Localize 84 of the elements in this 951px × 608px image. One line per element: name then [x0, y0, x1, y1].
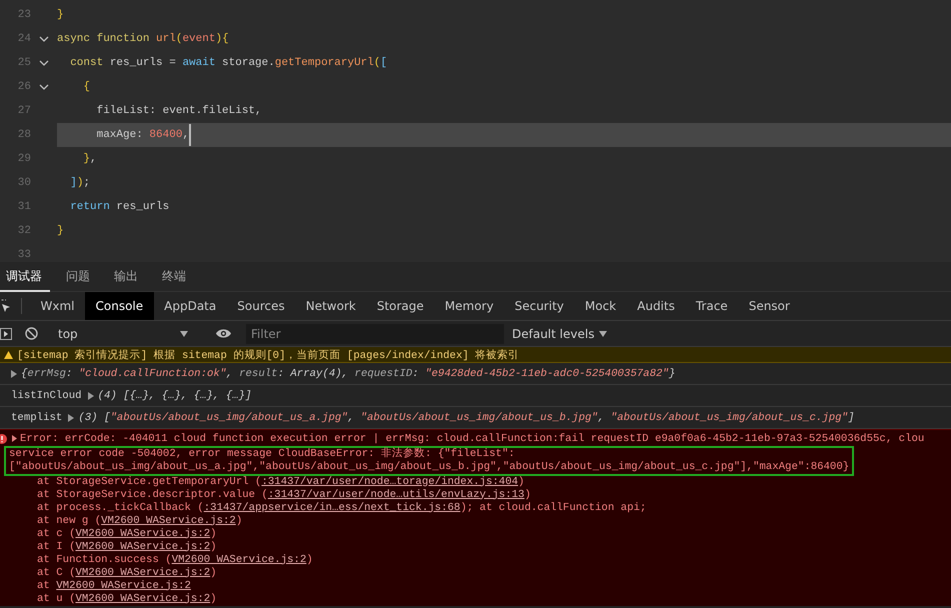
source-link[interactable]: VM2600 WAService.js:2	[75, 592, 210, 604]
eye-icon[interactable]	[215, 328, 232, 339]
dropdown-caret-icon	[599, 330, 608, 336]
context-select[interactable]: top	[58, 326, 188, 340]
error-text: ["aboutUs/about_us_img/about_us_a.jpg","aboutUs/about_us_img/about_us_b.jpg","aboutUs/about_us_img/about_us_c.jpg"],"maxAge":86400}	[9, 460, 850, 474]
stack-trace-line: at c (VM2600 WAService.js:2)	[36, 528, 218, 540]
source-link[interactable]: VM2600 WAService.js:2	[56, 580, 191, 592]
filter-field[interactable]: Filter	[246, 324, 504, 344]
code-line: fileList: event.fileList,	[96, 104, 262, 119]
expand-arrow-icon[interactable]	[12, 435, 17, 442]
devtools-tab[interactable]: Audits	[626, 292, 686, 320]
stack-trace-line: at Function.success (VM2600 WAService.js:2)	[36, 554, 314, 566]
stack-trace-line: at u (VM2600 WAService.js:2)	[36, 592, 218, 606]
fold-chevron-icon[interactable]	[39, 36, 49, 42]
warning-icon	[4, 350, 13, 358]
devtools-tab[interactable]: Sensor	[738, 292, 800, 320]
stack-trace-line: at StorageService.descriptor.value (:31437/var/user/node…utils/envLazy.js:13)	[36, 488, 532, 502]
error-icon	[0, 434, 7, 444]
line-number: 24	[16, 32, 31, 47]
log-message[interactable]: (4) [{…}, {…}, {…}, {…}]	[98, 390, 252, 402]
source-link[interactable]: VM2600 WAService.js:2	[172, 554, 306, 566]
fold-chevron-icon[interactable]	[39, 84, 49, 90]
devtools-tab[interactable]: AppData	[154, 292, 227, 320]
dropdown-caret-icon	[180, 330, 188, 336]
code-line: async function url(event){	[57, 32, 229, 47]
line-number: 30	[16, 176, 31, 191]
source-link[interactable]: :31437/var/user/node…utils/envLazy.js:13	[268, 488, 524, 500]
line-number: 27	[16, 104, 31, 119]
devtools-tab[interactable]: Trace	[685, 292, 738, 320]
stack-trace-line: at C (VM2600 WAService.js:2)	[36, 566, 218, 580]
code-line: },	[82, 152, 97, 167]
expand-arrow-icon[interactable]	[68, 414, 74, 422]
devtools-tab[interactable]: Console	[85, 292, 154, 320]
stack-trace-line: at StorageService.getTemporaryUrl (:31437/var/user/node…torage/index.js:404)	[36, 476, 526, 488]
source-link[interactable]: VM2600 WAService.js:2	[75, 528, 210, 540]
fold-chevron-icon[interactable]	[39, 60, 49, 66]
stack-trace-line: at VM2600 WAService.js:2	[36, 580, 192, 592]
code-line: const res_urls = await storage.getTemporaryUrl([	[69, 56, 388, 71]
devtools-tab[interactable]: Network	[295, 292, 366, 320]
log-label: templist	[11, 412, 62, 424]
line-number: 25	[16, 56, 31, 71]
log-message[interactable]: (3) ["aboutUs/about_us_img/about_us_a.jpg", "aboutUs/about_us_img/about_us_b.jpg", "aboutUs/about_us_img/about_us_c.jpg"]	[78, 412, 854, 424]
source-link[interactable]: :31437/var/user/node…torage/index.js:404	[261, 476, 518, 488]
expand-arrow-icon[interactable]	[11, 370, 17, 378]
log-levels-dropdown[interactable]: Default levels	[512, 326, 608, 340]
stack-trace-line: at I (VM2600 WAService.js:2)	[36, 540, 218, 554]
error-text: service error code -504002, error message CloudBaseError: 非法参数: {"fileList":	[9, 448, 515, 460]
source-link[interactable]: VM2600 WAService.js:2	[101, 514, 236, 526]
warning-message: [sitemap 索引情况提示] 根据 sitemap 的规则[0]，当前页面 [pages/index/index] 将被索引	[17, 348, 520, 362]
code-line: return res_urls	[69, 200, 170, 215]
devtools-tab[interactable]: Mock	[574, 292, 627, 320]
devtools-tab[interactable]: Sources	[226, 292, 296, 320]
line-number: 33	[16, 248, 31, 262]
panel-tab[interactable]: 终端	[154, 262, 194, 292]
devtools-tab[interactable]: Security	[504, 292, 574, 320]
source-link[interactable]: VM2600 WAService.js:2	[75, 540, 210, 552]
text-cursor	[189, 124, 191, 146]
line-number: 29	[16, 152, 31, 167]
devtools-tab[interactable]: Storage	[366, 292, 434, 320]
devtools-tab[interactable]: Wxml	[30, 292, 85, 320]
code-line: }	[57, 224, 64, 239]
line-number: 23	[16, 8, 31, 23]
line-number: 31	[16, 200, 31, 215]
code-line: {	[82, 80, 90, 95]
stack-trace-line: at new g (VM2600 WAService.js:2)	[36, 514, 244, 528]
inspect-element-icon[interactable]	[0, 299, 11, 313]
line-number: 32	[16, 224, 31, 239]
line-number: 26	[16, 80, 31, 95]
log-label: listInCloud	[11, 390, 82, 402]
stack-trace-line: at process._tickCallback (:31437/appservice/in…ess/next_tick.js:68); at cloud.callFunction api;	[36, 502, 648, 514]
source-link[interactable]: :31437/appservice/in…ess/next_tick.js:68	[204, 502, 460, 514]
panel-tab[interactable]: 问题	[58, 262, 98, 292]
panel-tab[interactable]: 输出	[106, 262, 146, 292]
code-line: maxAge: 86400,	[96, 128, 190, 143]
error-text: Error: errCode: -404011 cloud function execution error | errMsg: cloud.callFunction:fail requestID e9a0f0a6-45b2-11eb-97a3-52540036d55c, clou	[20, 432, 924, 445]
clear-console-icon[interactable]	[25, 327, 38, 340]
devtools-tab[interactable]: Memory	[434, 292, 504, 320]
source-link[interactable]: VM2600 WAService.js:2	[75, 566, 210, 578]
expand-arrow-icon[interactable]	[88, 392, 94, 400]
code-line: }	[57, 8, 64, 23]
log-message[interactable]: {errMsg: "cloud.callFunction:ok", result: Array(4), requestID: "e9428ded-45b2-11eb-adc0-525400357a82"}	[21, 368, 676, 380]
sidebar-toggle-icon[interactable]	[0, 328, 12, 340]
code-editor[interactable]: 23 } 24 async function url(event){ 25 const res_urls = await storage.getTemporaryUrl([ 26 { 27 fileList: event.fileList, 28 maxAge: 86400, 29 }, 30 ]); 31 return res_urls 32 } 33	[0, 0, 951, 262]
code-line: ]);	[69, 176, 90, 191]
